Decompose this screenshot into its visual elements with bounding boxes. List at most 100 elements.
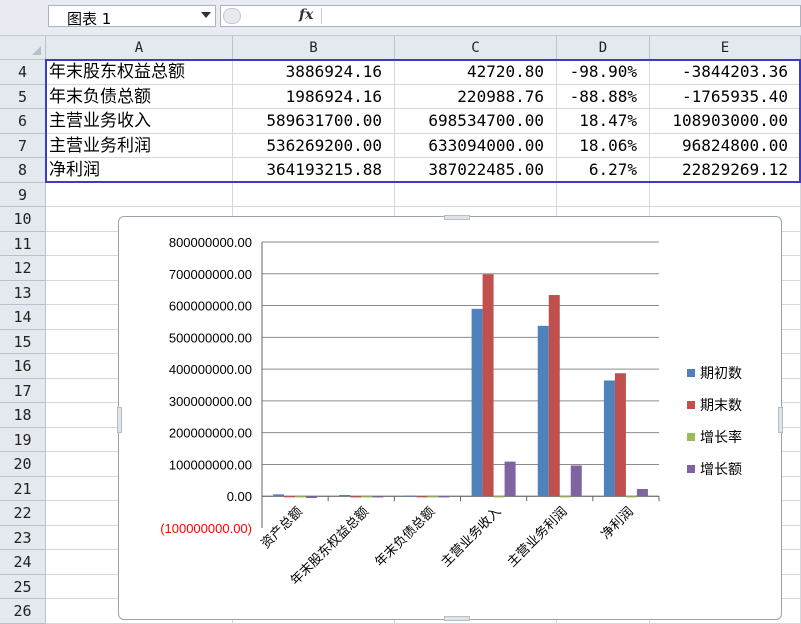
cell-e9[interactable] xyxy=(650,182,801,207)
cell-b8[interactable]: 364193215.88 xyxy=(233,158,395,183)
cell-b4[interactable]: 3886924.16 xyxy=(233,60,395,85)
bar-2-3 xyxy=(416,496,428,498)
cell-d8[interactable]: 6.27% xyxy=(557,158,650,183)
row-header-24[interactable]: 24 xyxy=(0,550,46,575)
bar-2-2 xyxy=(350,496,362,498)
bar-2-4 xyxy=(482,274,494,497)
row-header-9[interactable]: 9 xyxy=(0,182,46,207)
y-tick-label: 400000000.00 xyxy=(169,362,252,377)
legend-label-1: 期初数 xyxy=(700,365,742,382)
row-header-10[interactable]: 10 xyxy=(0,207,46,232)
bar-3-4 xyxy=(493,496,505,498)
name-box-dropdown-icon[interactable] xyxy=(201,12,211,18)
cell-e5[interactable]: -1765935.40 xyxy=(650,84,801,109)
y-tick-label: 200000000.00 xyxy=(169,426,252,441)
cell-c7[interactable]: 633094000.00 xyxy=(395,133,557,158)
cell-a9[interactable] xyxy=(46,182,233,207)
row-header-22[interactable]: 22 xyxy=(0,501,46,526)
row-header-12[interactable]: 12 xyxy=(0,256,46,281)
cell-c9[interactable] xyxy=(395,182,557,207)
bar-2-1 xyxy=(284,496,296,498)
bar-3-6 xyxy=(625,496,637,498)
cell-e8[interactable]: 22829269.12 xyxy=(650,158,801,183)
bar-4-3 xyxy=(438,496,450,498)
row-header-21[interactable]: 21 xyxy=(0,476,46,501)
formula-input[interactable]: fx xyxy=(220,5,801,27)
row-header-15[interactable]: 15 xyxy=(0,329,46,354)
row-header-19[interactable]: 19 xyxy=(0,427,46,452)
row-header-18[interactable]: 18 xyxy=(0,403,46,428)
cell-d4[interactable]: -98.90% xyxy=(557,60,650,85)
row-header-5[interactable]: 5 xyxy=(0,84,46,109)
y-tick-label: 0.00 xyxy=(227,489,252,504)
select-all-corner[interactable] xyxy=(0,36,46,60)
column-header-a[interactable]: A xyxy=(46,36,233,60)
bar-2-6 xyxy=(614,373,626,497)
cell-d7[interactable]: 18.06% xyxy=(557,133,650,158)
x-tick-label: 资产总额 xyxy=(258,504,305,551)
worksheet-grid[interactable]: A B C D E 4 年末股东权益总额 3886924.16 42720.80 -98.90% -… xyxy=(0,36,801,624)
bar-1-6 xyxy=(603,380,615,497)
select-all-icon xyxy=(32,46,41,55)
cell-e6[interactable]: 108903000.00 xyxy=(650,109,801,134)
name-box[interactable]: 图表 1 xyxy=(48,5,216,28)
column-header-b[interactable]: B xyxy=(233,36,395,60)
cell-b6[interactable]: 589631700.00 xyxy=(233,109,395,134)
column-header-e[interactable]: E xyxy=(650,36,801,60)
row-header-23[interactable]: 23 xyxy=(0,525,46,550)
cell-e7[interactable]: 96824800.00 xyxy=(650,133,801,158)
column-header-c[interactable]: C xyxy=(395,36,557,60)
bar-4-4 xyxy=(504,461,516,497)
cell-e4[interactable]: -3844203.36 xyxy=(650,60,801,85)
legend-label-2: 期末数 xyxy=(700,398,742,414)
x-tick-label: 主营业务收入 xyxy=(438,504,504,570)
y-tick-label: 100000000.00 xyxy=(169,457,252,472)
cell-b7[interactable]: 536269200.00 xyxy=(233,133,395,158)
cell-b9[interactable] xyxy=(233,182,395,207)
row-header-17[interactable]: 17 xyxy=(0,378,46,403)
cell-c6[interactable]: 698534700.00 xyxy=(395,109,557,134)
row-header-13[interactable]: 13 xyxy=(0,280,46,305)
x-tick-label: 主营业务利润 xyxy=(504,504,570,570)
cell-d6[interactable]: 18.47% xyxy=(557,109,650,134)
cell-c8[interactable]: 387022485.00 xyxy=(395,158,557,183)
cell-a6[interactable]: 主营业务收入 xyxy=(46,109,233,134)
cell-d5[interactable]: -88.88% xyxy=(557,84,650,109)
row-header-7[interactable]: 7 xyxy=(0,133,46,158)
row-header-16[interactable]: 16 xyxy=(0,354,46,379)
cell-c5[interactable]: 220988.76 xyxy=(395,84,557,109)
cell-a7[interactable]: 主营业务利润 xyxy=(46,133,233,158)
y-tick-label: 300000000.00 xyxy=(169,394,252,409)
insert-function-icon[interactable]: fx xyxy=(299,7,313,23)
cell-a5[interactable]: 年末负债总额 xyxy=(46,84,233,109)
column-header-d[interactable]: D xyxy=(557,36,650,60)
bar-1-2 xyxy=(339,494,351,497)
row-header-14[interactable]: 14 xyxy=(0,305,46,330)
formula-cancel-icon[interactable] xyxy=(223,8,241,24)
row-header-8[interactable]: 8 xyxy=(0,158,46,183)
cell-b5[interactable]: 1986924.16 xyxy=(233,84,395,109)
cell-a4[interactable]: 年末股东权益总额 xyxy=(46,60,233,85)
cell-c4[interactable]: 42720.80 xyxy=(395,60,557,85)
row-header-11[interactable]: 11 xyxy=(0,231,46,256)
bar-3-5 xyxy=(559,496,571,498)
row-header-25[interactable]: 25 xyxy=(0,574,46,599)
embedded-chart[interactable]: (100000000.00) 0.00 100000000.00 200000000.… xyxy=(117,215,783,621)
legend-swatch-1 xyxy=(687,369,695,377)
row-header-20[interactable]: 20 xyxy=(0,452,46,477)
bar-3-1 xyxy=(295,496,307,498)
bar-1-1 xyxy=(273,494,285,497)
y-tick-label: 700000000.00 xyxy=(169,267,252,282)
x-tick-label: 年末负债总额 xyxy=(372,504,438,570)
row-header-6[interactable]: 6 xyxy=(0,109,46,134)
cell-d9[interactable] xyxy=(557,182,650,207)
y-tick-label: (100000000.00) xyxy=(160,521,252,536)
bar-4-1 xyxy=(306,496,318,499)
legend-swatch-2 xyxy=(687,401,695,409)
cell-a8[interactable]: 净利润 xyxy=(46,158,233,183)
legend-swatch-4 xyxy=(687,465,695,473)
bar-4-5 xyxy=(570,465,582,497)
formula-separator xyxy=(321,8,322,24)
row-header-4[interactable]: 4 xyxy=(0,60,46,85)
row-header-26[interactable]: 26 xyxy=(0,599,46,624)
